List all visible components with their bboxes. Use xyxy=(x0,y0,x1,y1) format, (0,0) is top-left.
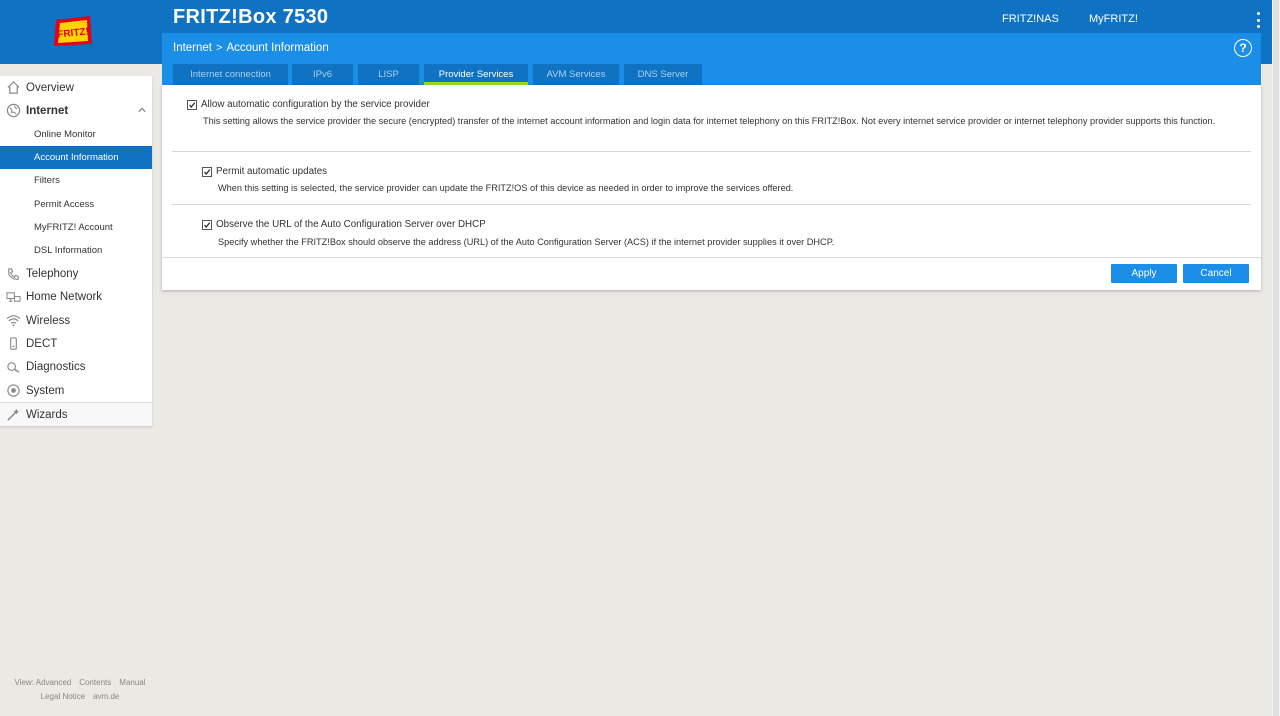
phone-icon xyxy=(0,267,26,282)
footer-manual-link[interactable]: Manual xyxy=(119,678,145,687)
nav-internet-label: Internet xyxy=(26,104,69,117)
nav-internet[interactable]: Internet xyxy=(0,99,152,122)
tab-lisp[interactable]: LISP xyxy=(358,64,419,85)
breadcrumb-current-page: Account Information xyxy=(226,42,329,54)
nav-system-label: System xyxy=(26,384,65,397)
dect-icon xyxy=(0,336,26,351)
tab-provider-services[interactable]: Provider Services xyxy=(424,64,528,85)
nav-sub-account-information[interactable]: Account Information xyxy=(0,145,152,170)
wizards-icon xyxy=(0,407,26,422)
observe-acs-url-checkbox[interactable] xyxy=(202,220,212,230)
tab-dns-server[interactable]: DNS Server xyxy=(624,64,702,85)
footer: View: Advanced Contents Manual Legal Not… xyxy=(0,678,160,706)
footer-contents-link[interactable]: Contents xyxy=(79,678,111,687)
footer-legal-link[interactable]: Legal Notice xyxy=(41,692,85,701)
fritz-logo[interactable]: FRITZ! xyxy=(50,14,96,48)
footer-view-link[interactable]: View: Advanced xyxy=(14,678,71,687)
diagnostics-icon xyxy=(0,360,26,375)
nav-sub-myfritz-account[interactable]: MyFRITZ! Account xyxy=(0,216,152,239)
scrollbar[interactable] xyxy=(1272,0,1280,716)
auto-updates-title: Permit automatic updates xyxy=(216,166,328,177)
auto-config-checkbox[interactable] xyxy=(187,100,197,110)
cancel-button[interactable]: Cancel xyxy=(1183,264,1249,283)
nav-system[interactable]: System xyxy=(0,379,152,402)
more-menu-icon[interactable] xyxy=(1252,12,1264,28)
network-icon xyxy=(0,290,26,305)
nav-sub-online-monitor[interactable]: Online Monitor xyxy=(0,123,152,146)
settings-panel: Allow automatic configuration by the ser… xyxy=(162,85,1261,290)
auto-config-description: This setting allows the service provider… xyxy=(203,116,1216,126)
breadcrumb-separator: > xyxy=(216,42,223,54)
observe-acs-url-description: Specify whether the FRITZ!Box should obs… xyxy=(218,237,835,247)
sidebar: Overview Internet Online Monitor Account… xyxy=(0,76,152,427)
nav-home-network[interactable]: Home Network xyxy=(0,286,152,309)
home-icon xyxy=(0,80,26,95)
nav-dect[interactable]: DECT xyxy=(0,332,152,355)
nav-sub-dsl-information[interactable]: DSL Information xyxy=(0,239,152,262)
myfritz-link[interactable]: MyFRITZ! xyxy=(1089,13,1138,25)
auto-config-title: Allow automatic configuration by the ser… xyxy=(201,99,430,110)
nav-dect-label: DECT xyxy=(26,337,58,350)
footer-avm-link[interactable]: avm.de xyxy=(93,692,119,701)
breadcrumb-internet[interactable]: Internet xyxy=(173,42,212,54)
auto-updates-checkbox[interactable] xyxy=(202,167,212,177)
tab-internet-connection[interactable]: Internet connection xyxy=(173,64,288,85)
nav-home-network-label: Home Network xyxy=(26,291,103,304)
auto-updates-description: When this setting is selected, the servi… xyxy=(218,183,794,193)
divider-2 xyxy=(172,204,1251,205)
nav-diagnostics[interactable]: Diagnostics xyxy=(0,356,152,379)
observe-acs-url-title: Observe the URL of the Auto Configuratio… xyxy=(216,219,486,230)
chevron-up-icon[interactable] xyxy=(138,106,146,114)
breadcrumb: Internet > Account Information xyxy=(173,42,329,54)
nav-telephony[interactable]: Telephony xyxy=(0,262,152,285)
divider-3 xyxy=(162,257,1261,258)
nav-overview[interactable]: Overview xyxy=(0,76,152,99)
nav-sub-filters[interactable]: Filters xyxy=(0,169,152,192)
nav-wireless-label: Wireless xyxy=(26,314,71,327)
product-name: FRITZ!Box 7530 xyxy=(173,6,329,28)
nav-wizards-label: Wizards xyxy=(26,408,68,421)
content-header: Internet > Account Information ? Interne… xyxy=(162,33,1261,85)
help-icon[interactable]: ? xyxy=(1234,39,1252,57)
nav-telephony-label: Telephony xyxy=(26,268,79,281)
system-icon xyxy=(0,383,26,398)
nav-overview-label: Overview xyxy=(26,81,74,94)
tab-ipv6[interactable]: IPv6 xyxy=(292,64,353,85)
globe-icon xyxy=(0,103,26,118)
wireless-icon xyxy=(0,313,26,328)
nav-wizards[interactable]: Wizards xyxy=(0,403,152,427)
fritznas-link[interactable]: FRITZ!NAS xyxy=(1002,13,1059,25)
nav-wireless[interactable]: Wireless xyxy=(0,309,152,332)
nav-diagnostics-label: Diagnostics xyxy=(26,361,86,374)
tab-avm-services[interactable]: AVM Services xyxy=(533,64,619,85)
divider-1 xyxy=(172,151,1251,152)
nav-sub-permit-access[interactable]: Permit Access xyxy=(0,192,152,215)
apply-button[interactable]: Apply xyxy=(1111,264,1177,283)
